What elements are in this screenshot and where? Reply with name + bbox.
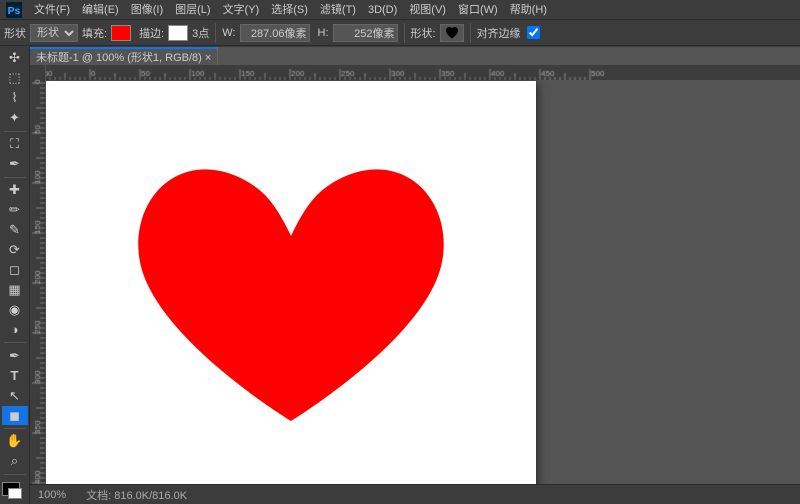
menu-file[interactable]: 文件(F) (28, 0, 76, 20)
wand-tool[interactable]: ✦ (2, 109, 28, 128)
menu-help[interactable]: 帮助(H) (504, 0, 553, 20)
align-edge-checkbox[interactable] (527, 26, 540, 39)
pen-tool[interactable]: ✒ (2, 346, 28, 365)
select-tool[interactable]: ⬚ (2, 69, 28, 88)
document-tab[interactable]: 未标题-1 @ 100% (形状1, RGB/8) × (30, 47, 218, 65)
horizontal-ruler (30, 65, 800, 81)
heart-svg (46, 81, 536, 501)
canvas-area: 未标题-1 @ 100% (形状1, RGB/8) × 100% 文档: 816… (30, 47, 800, 504)
main-layout: ✣ ⬚ ⌇ ✦ ⛶ ✒ ✚ ✏ ✎ ⟳ ◻ ▦ ◉ ◑ ✒ T ↖ ◼ ✋ ⌕ … (0, 47, 800, 504)
menu-bar: Ps 文件(F) 编辑(E) 图像(I) 图层(L) 文字(Y) 选择(S) 滤… (0, 0, 800, 20)
menu-window[interactable]: 窗口(W) (452, 0, 504, 20)
shape-label: 形状: (411, 25, 436, 41)
healing-tool[interactable]: ✚ (2, 181, 28, 200)
document-title: 未标题-1 @ 100% (形状1, RGB/8) × (36, 49, 211, 65)
tool-sep-2 (4, 177, 26, 178)
dodge-tool[interactable]: ◑ (2, 320, 28, 339)
gradient-tool[interactable]: ▦ (2, 280, 28, 299)
menu-3d[interactable]: 3D(D) (362, 0, 403, 20)
points-label: 3点 (192, 25, 209, 41)
menu-edit[interactable]: 编辑(E) (76, 0, 125, 20)
vertical-ruler (30, 65, 46, 504)
eraser-tool[interactable]: ◻ (2, 260, 28, 279)
status-bar: 100% 文档: 816.0K/816.0K (30, 484, 800, 504)
app-logo: Ps (4, 0, 24, 20)
fill-color-swatch[interactable] (111, 25, 131, 41)
tool-sep-3 (4, 342, 26, 343)
document-canvas[interactable] (46, 81, 536, 501)
shape-tool-label: 形状 (4, 25, 26, 41)
menu-view[interactable]: 视图(V) (403, 0, 452, 20)
menu-layer[interactable]: 图层(L) (169, 0, 216, 20)
menu-image[interactable]: 图像(I) (125, 0, 169, 20)
stamp-tool[interactable]: ✎ (2, 220, 28, 239)
zoom-level: 100% (38, 489, 66, 501)
tool-sep-5 (4, 474, 26, 475)
blur-tool[interactable]: ◉ (2, 300, 28, 319)
crop-tool[interactable]: ⛶ (2, 135, 28, 154)
toolbar: ✣ ⬚ ⌇ ✦ ⛶ ✒ ✚ ✏ ✎ ⟳ ◻ ▦ ◉ ◑ ✒ T ↖ ◼ ✋ ⌕ (0, 47, 30, 504)
color-swatches (2, 482, 28, 504)
separator-1 (215, 23, 216, 43)
shape-tool[interactable]: ◼ (2, 406, 28, 425)
brush-tool[interactable]: ✏ (2, 201, 28, 220)
zoom-tool[interactable]: ⌕ (2, 452, 28, 471)
width-label: W: (222, 27, 235, 39)
path-select-tool[interactable]: ↖ (2, 386, 28, 405)
tool-sep-1 (4, 131, 26, 132)
doc-size: 文档: 816.0K/816.0K (86, 487, 187, 503)
menu-select[interactable]: 选择(S) (265, 0, 314, 20)
separator-2 (404, 23, 405, 43)
shape-picker-btn[interactable] (440, 24, 464, 42)
hand-tool[interactable]: ✋ (2, 432, 28, 451)
height-label: H: (318, 27, 329, 39)
menu-filter[interactable]: 滤镜(T) (314, 0, 362, 20)
text-tool[interactable]: T (2, 366, 28, 385)
tool-sep-4 (4, 428, 26, 429)
options-bar: 形状 形状 路径 像素 填充: 描边: 3点 W: H: 形状: 对齐边缘 (0, 20, 800, 46)
stroke-color-swatch[interactable] (168, 25, 188, 41)
background-color[interactable] (8, 488, 22, 499)
width-input[interactable] (240, 24, 310, 42)
svg-text:Ps: Ps (8, 6, 21, 17)
align-edge-label: 对齐边缘 (477, 25, 521, 41)
shape-mode-select[interactable]: 形状 路径 像素 (30, 24, 78, 42)
stroke-label: 描边: (139, 25, 164, 41)
lasso-tool[interactable]: ⌇ (2, 89, 28, 108)
fill-label: 填充: (82, 25, 107, 41)
move-tool[interactable]: ✣ (2, 49, 28, 68)
separator-3 (470, 23, 471, 43)
height-input[interactable] (333, 24, 398, 42)
menu-text[interactable]: 文字(Y) (217, 0, 266, 20)
eyedropper-tool[interactable]: ✒ (2, 155, 28, 174)
history-brush-tool[interactable]: ⟳ (2, 240, 28, 259)
